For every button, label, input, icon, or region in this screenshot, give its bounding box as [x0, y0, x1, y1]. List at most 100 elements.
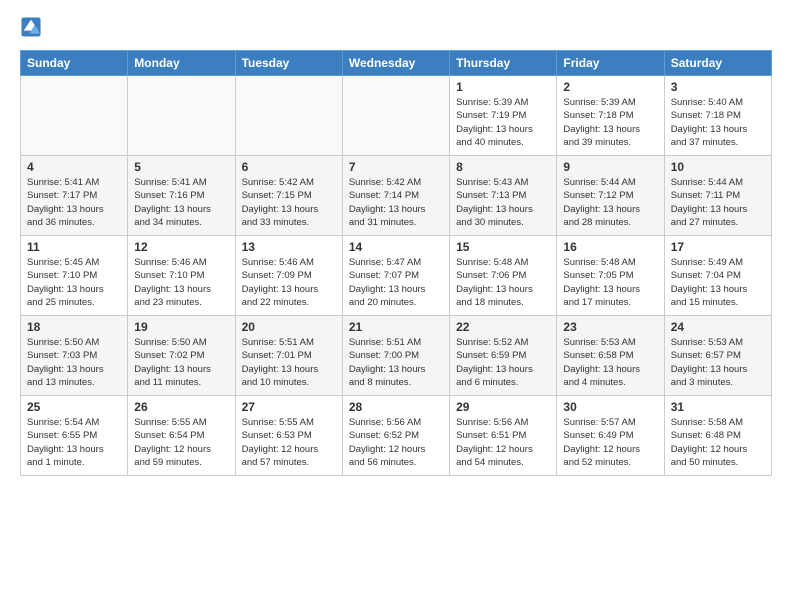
day-2: 2 Sunrise: 5:39 AMSunset: 7:18 PMDaylight… — [557, 76, 664, 156]
day-26: 26 Sunrise: 5:55 AMSunset: 6:54 PMDayligh… — [128, 396, 235, 476]
day-31: 31 Sunrise: 5:58 AMSunset: 6:48 PMDayligh… — [664, 396, 771, 476]
day-number: 31 — [671, 400, 765, 414]
day-12: 12 Sunrise: 5:46 AMSunset: 7:10 PMDayligh… — [128, 236, 235, 316]
day-info: Sunrise: 5:53 AMSunset: 6:58 PMDaylight:… — [563, 336, 657, 389]
day-info: Sunrise: 5:42 AMSunset: 7:14 PMDaylight:… — [349, 176, 443, 229]
day-number: 20 — [242, 320, 336, 334]
day-14: 14 Sunrise: 5:47 AMSunset: 7:07 PMDayligh… — [342, 236, 449, 316]
week-row-2: 4Sunrise: 5:41 AMSunset: 7:17 PMDaylight… — [21, 156, 772, 236]
day-23: 23 Sunrise: 5:53 AMSunset: 6:58 PMDayligh… — [557, 316, 664, 396]
week-row-3: 11 Sunrise: 5:45 AMSunset: 7:10 PMDayligh… — [21, 236, 772, 316]
day-info: Sunrise: 5:56 AMSunset: 6:51 PMDaylight:… — [456, 416, 550, 469]
day-number: 29 — [456, 400, 550, 414]
day-number: 28 — [349, 400, 443, 414]
day-number: 16 — [563, 240, 657, 254]
day-info: Sunrise: 5:45 AMSunset: 7:10 PMDaylight:… — [27, 256, 121, 309]
day-4: 4Sunrise: 5:41 AMSunset: 7:17 PMDaylight… — [21, 156, 128, 236]
day-info: Sunrise: 5:42 AMSunset: 7:15 PMDaylight:… — [242, 176, 336, 229]
day-info: Sunrise: 5:55 AMSunset: 6:53 PMDaylight:… — [242, 416, 336, 469]
day-number: 23 — [563, 320, 657, 334]
day-number: 8 — [456, 160, 550, 174]
day-15: 15 Sunrise: 5:48 AMSunset: 7:06 PMDayligh… — [450, 236, 557, 316]
day-7: 7 Sunrise: 5:42 AMSunset: 7:14 PMDaylight… — [342, 156, 449, 236]
day-info: Sunrise: 5:51 AMSunset: 7:00 PMDaylight:… — [349, 336, 443, 389]
day-number: 25 — [27, 400, 121, 414]
day-11: 11 Sunrise: 5:45 AMSunset: 7:10 PMDayligh… — [21, 236, 128, 316]
day-number: 15 — [456, 240, 550, 254]
day-number: 18 — [27, 320, 121, 334]
header-monday: Monday — [128, 51, 235, 76]
empty-cell — [21, 76, 128, 156]
day-info: Sunrise: 5:39 AMSunset: 7:18 PMDaylight:… — [563, 96, 657, 149]
day-info: Sunrise: 5:51 AMSunset: 7:01 PMDaylight:… — [242, 336, 336, 389]
day-28: 28 Sunrise: 5:56 AMSunset: 6:52 PMDayligh… — [342, 396, 449, 476]
day-number: 12 — [134, 240, 228, 254]
day-1: 1Sunrise: 5:39 AMSunset: 7:19 PMDaylight… — [450, 76, 557, 156]
day-number: 4 — [27, 160, 121, 174]
day-info: Sunrise: 5:50 AMSunset: 7:02 PMDaylight:… — [134, 336, 228, 389]
day-number: 5 — [134, 160, 228, 174]
header-saturday: Saturday — [664, 51, 771, 76]
day-info: Sunrise: 5:44 AMSunset: 7:11 PMDaylight:… — [671, 176, 765, 229]
day-info: Sunrise: 5:47 AMSunset: 7:07 PMDaylight:… — [349, 256, 443, 309]
day-6: 6 Sunrise: 5:42 AMSunset: 7:15 PMDaylight… — [235, 156, 342, 236]
day-5: 5 Sunrise: 5:41 AMSunset: 7:16 PMDaylight… — [128, 156, 235, 236]
day-info: Sunrise: 5:46 AMSunset: 7:09 PMDaylight:… — [242, 256, 336, 309]
logo — [20, 16, 46, 38]
day-info: Sunrise: 5:41 AMSunset: 7:16 PMDaylight:… — [134, 176, 228, 229]
day-number: 14 — [349, 240, 443, 254]
day-number: 17 — [671, 240, 765, 254]
day-info: Sunrise: 5:39 AMSunset: 7:19 PMDaylight:… — [456, 96, 550, 149]
day-19: 19 Sunrise: 5:50 AMSunset: 7:02 PMDayligh… — [128, 316, 235, 396]
day-number: 30 — [563, 400, 657, 414]
day-info: Sunrise: 5:52 AMSunset: 6:59 PMDaylight:… — [456, 336, 550, 389]
day-25: 25Sunrise: 5:54 AMSunset: 6:55 PMDayligh… — [21, 396, 128, 476]
day-number: 2 — [563, 80, 657, 94]
day-info: Sunrise: 5:40 AMSunset: 7:18 PMDaylight:… — [671, 96, 765, 149]
day-info: Sunrise: 5:58 AMSunset: 6:48 PMDaylight:… — [671, 416, 765, 469]
day-27: 27 Sunrise: 5:55 AMSunset: 6:53 PMDayligh… — [235, 396, 342, 476]
day-13: 13 Sunrise: 5:46 AMSunset: 7:09 PMDayligh… — [235, 236, 342, 316]
day-info: Sunrise: 5:46 AMSunset: 7:10 PMDaylight:… — [134, 256, 228, 309]
week-row-5: 25Sunrise: 5:54 AMSunset: 6:55 PMDayligh… — [21, 396, 772, 476]
day-number: 22 — [456, 320, 550, 334]
day-number: 13 — [242, 240, 336, 254]
day-29: 29 Sunrise: 5:56 AMSunset: 6:51 PMDayligh… — [450, 396, 557, 476]
day-info: Sunrise: 5:44 AMSunset: 7:12 PMDaylight:… — [563, 176, 657, 229]
day-24: 24Sunrise: 5:53 AMSunset: 6:57 PMDayligh… — [664, 316, 771, 396]
day-21: 21 Sunrise: 5:51 AMSunset: 7:00 PMDayligh… — [342, 316, 449, 396]
day-number: 11 — [27, 240, 121, 254]
day-info: Sunrise: 5:48 AMSunset: 7:06 PMDaylight:… — [456, 256, 550, 309]
day-9: 9Sunrise: 5:44 AMSunset: 7:12 PMDaylight… — [557, 156, 664, 236]
day-number: 7 — [349, 160, 443, 174]
day-number: 19 — [134, 320, 228, 334]
week-row-4: 18 Sunrise: 5:50 AMSunset: 7:03 PMDayligh… — [21, 316, 772, 396]
day-number: 26 — [134, 400, 228, 414]
empty-cell — [235, 76, 342, 156]
day-number: 3 — [671, 80, 765, 94]
empty-cell — [128, 76, 235, 156]
header-sunday: Sunday — [21, 51, 128, 76]
day-10: 10Sunrise: 5:44 AMSunset: 7:11 PMDayligh… — [664, 156, 771, 236]
calendar-table: SundayMondayTuesdayWednesdayThursdayFrid… — [20, 50, 772, 476]
day-info: Sunrise: 5:56 AMSunset: 6:52 PMDaylight:… — [349, 416, 443, 469]
header-row: SundayMondayTuesdayWednesdayThursdayFrid… — [21, 51, 772, 76]
header-thursday: Thursday — [450, 51, 557, 76]
day-16: 16Sunrise: 5:48 AMSunset: 7:05 PMDayligh… — [557, 236, 664, 316]
day-number: 6 — [242, 160, 336, 174]
day-3: 3 Sunrise: 5:40 AMSunset: 7:18 PMDaylight… — [664, 76, 771, 156]
day-22: 22 Sunrise: 5:52 AMSunset: 6:59 PMDayligh… — [450, 316, 557, 396]
day-info: Sunrise: 5:53 AMSunset: 6:57 PMDaylight:… — [671, 336, 765, 389]
day-number: 27 — [242, 400, 336, 414]
day-number: 21 — [349, 320, 443, 334]
day-18: 18 Sunrise: 5:50 AMSunset: 7:03 PMDayligh… — [21, 316, 128, 396]
empty-cell — [342, 76, 449, 156]
day-info: Sunrise: 5:50 AMSunset: 7:03 PMDaylight:… — [27, 336, 121, 389]
page-header — [20, 16, 772, 38]
header-friday: Friday — [557, 51, 664, 76]
week-row-1: 1Sunrise: 5:39 AMSunset: 7:19 PMDaylight… — [21, 76, 772, 156]
day-info: Sunrise: 5:57 AMSunset: 6:49 PMDaylight:… — [563, 416, 657, 469]
day-info: Sunrise: 5:55 AMSunset: 6:54 PMDaylight:… — [134, 416, 228, 469]
logo-icon — [20, 16, 42, 38]
day-17: 17Sunrise: 5:49 AMSunset: 7:04 PMDayligh… — [664, 236, 771, 316]
